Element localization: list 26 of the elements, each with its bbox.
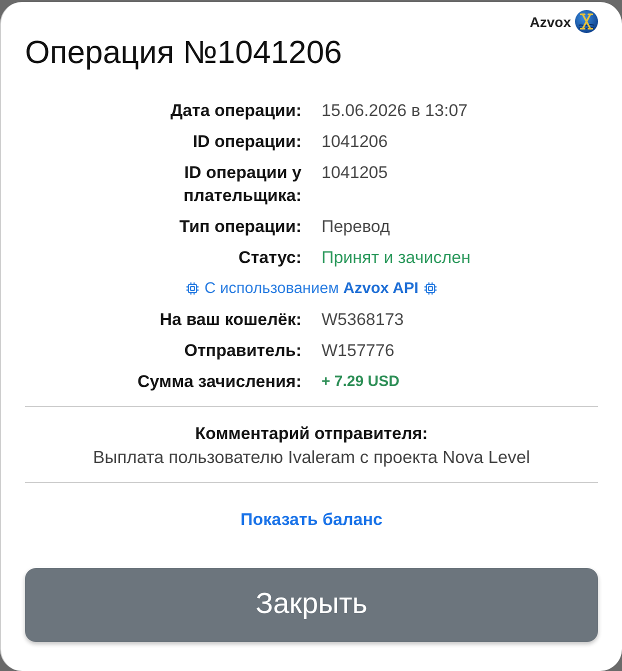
close-button[interactable]: Закрыть — [25, 568, 598, 642]
field-label: Статус: — [238, 247, 302, 269]
field-label: Дата операции: — [170, 100, 302, 122]
status-value: Принят и зачислен — [322, 247, 470, 269]
field-value: 15.06.2026 в 13:07 — [322, 100, 468, 122]
field-value: 1041206 — [322, 131, 388, 153]
field-label: ID операции: — [192, 131, 302, 153]
field-value: 1041205 — [322, 162, 388, 184]
field-label: ID операции у плательщика: — [182, 162, 302, 207]
field-label: Сумма зачисления: — [138, 371, 302, 393]
field-value: W157776 — [322, 340, 394, 362]
logo-icon — [575, 10, 598, 33]
show-balance-link[interactable]: Показать баланс — [240, 510, 382, 529]
chip-icon — [424, 282, 438, 295]
dialog-title: Операция №1041206 — [25, 33, 343, 71]
api-note: С использованием Azvox API — [204, 279, 418, 299]
amount-value: + 7.29 USD — [322, 372, 400, 392]
field-value: Перевод — [322, 216, 390, 238]
field-label: Тип операции: — [179, 216, 302, 238]
field-label: Отправитель: — [184, 340, 302, 362]
brand-name: Azvox — [530, 12, 571, 32]
field-label: На ваш кошелёк: — [160, 309, 302, 331]
comment-heading: Комментарий отправителя: — [194, 423, 429, 445]
field-value: W5368173 — [322, 309, 404, 331]
chip-icon — [186, 282, 198, 295]
comment-text: Выплата пользователю Ivaleram с проекта Nova Level — [92, 446, 532, 469]
